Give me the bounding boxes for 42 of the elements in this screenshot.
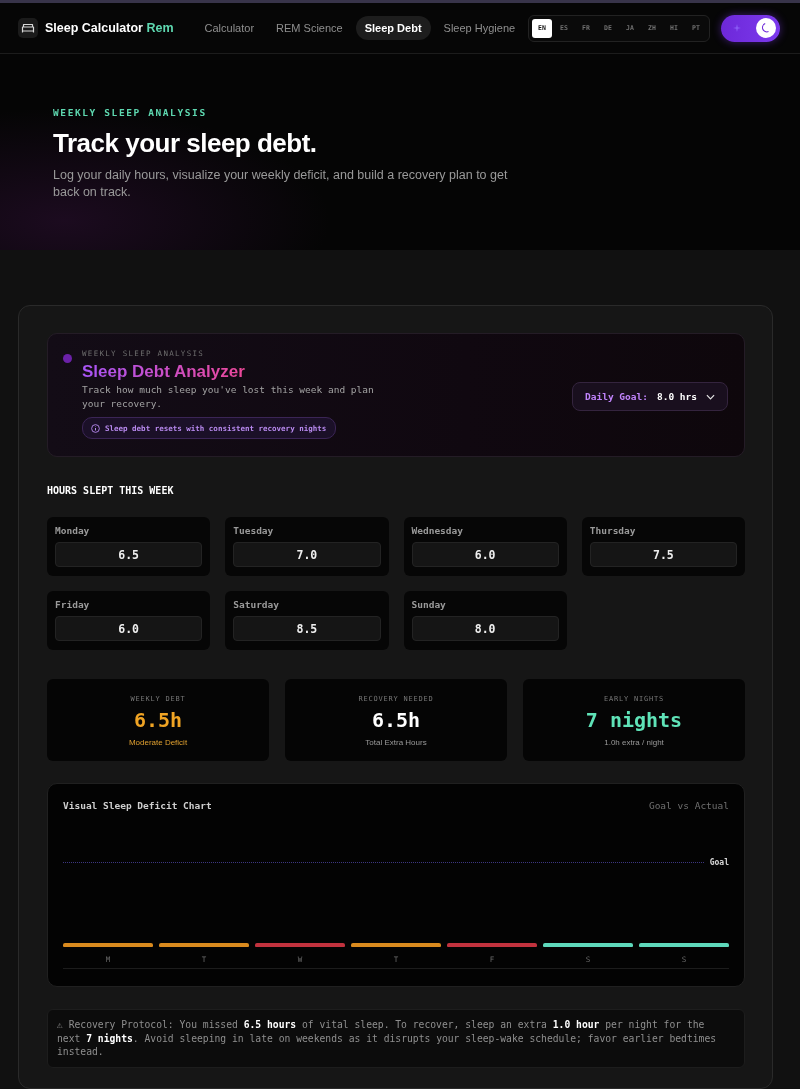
stat-caption: Total Extra Hours: [365, 738, 427, 748]
sparkle-icon: [733, 24, 741, 32]
info-icon: [91, 423, 100, 433]
analyzer-description: Track how much sleep you've lost this week and plan your recovery.: [82, 383, 375, 411]
stat-caption: 1.0h extra / night: [604, 738, 664, 748]
hours-input[interactable]: 8.5: [233, 616, 381, 641]
brand-name[interactable]: Sleep Calculator Rem: [45, 21, 174, 35]
dot-icon: [63, 354, 72, 363]
hours-input[interactable]: 6.0: [55, 616, 203, 641]
day-label: Tuesday: [233, 525, 275, 537]
theme-toggle[interactable]: [721, 14, 780, 42]
hours-input[interactable]: 6.5: [55, 542, 203, 567]
day-label: Thursday: [589, 525, 637, 537]
bed-icon: [18, 18, 38, 38]
hero-eyebrow: WEEKLY SLEEP ANALYSIS: [53, 107, 208, 118]
chevron-down-icon: [706, 393, 715, 400]
hours-input[interactable]: 7.0: [233, 542, 381, 567]
day-label: Sunday: [411, 599, 447, 611]
stat-value: 6.5h: [133, 708, 183, 732]
hours-input[interactable]: 7.5: [589, 542, 737, 567]
day-label: Wednesday: [411, 525, 464, 537]
stat-value: 6.5h: [371, 708, 421, 732]
moon-icon: [756, 18, 776, 38]
hero-subtitle: Log your daily hours, visualize your weekly deficit, and build a recovery plan to get back on track.: [53, 167, 509, 201]
hours-input[interactable]: 6.0: [411, 542, 559, 567]
recovery-note: ⚠ Recovery Protocol: You missed 6.5 hours of vital sleep. To recover, sleep an extra 1.0 hour per night for the next 7 nights. Avoid sleeping in late on weekends as it disrupts your sleep-wake schedule; favor earlier bedtimes instead.: [47, 1009, 745, 1068]
hours-input[interactable]: 8.0: [411, 616, 559, 641]
day-label: Friday: [55, 599, 91, 611]
stat-value: 7 nights: [585, 708, 683, 732]
day-label: Monday: [55, 525, 91, 537]
goal-select[interactable]: Daily Goal: 8.0 hrs: [572, 382, 728, 411]
hero-title: Track your sleep debt.: [53, 128, 318, 159]
nav-link[interactable]: Calculator: [195, 16, 264, 40]
day-label: Saturday: [233, 599, 280, 611]
nav-link[interactable]: Sleep Debt: [355, 16, 431, 40]
section-heading: HOURS SLEPT THIS WEEK: [47, 485, 175, 497]
goal-label: Goal: [709, 857, 729, 867]
nav-link[interactable]: Sleep Hygiene: [434, 16, 525, 40]
chart-legend: Goal vs Actual: [648, 799, 729, 811]
nav-link[interactable]: REM Science: [267, 16, 352, 40]
chart-title: Visual Sleep Deficit Chart: [63, 799, 212, 811]
stat-caption: Moderate Deficit: [128, 738, 188, 748]
